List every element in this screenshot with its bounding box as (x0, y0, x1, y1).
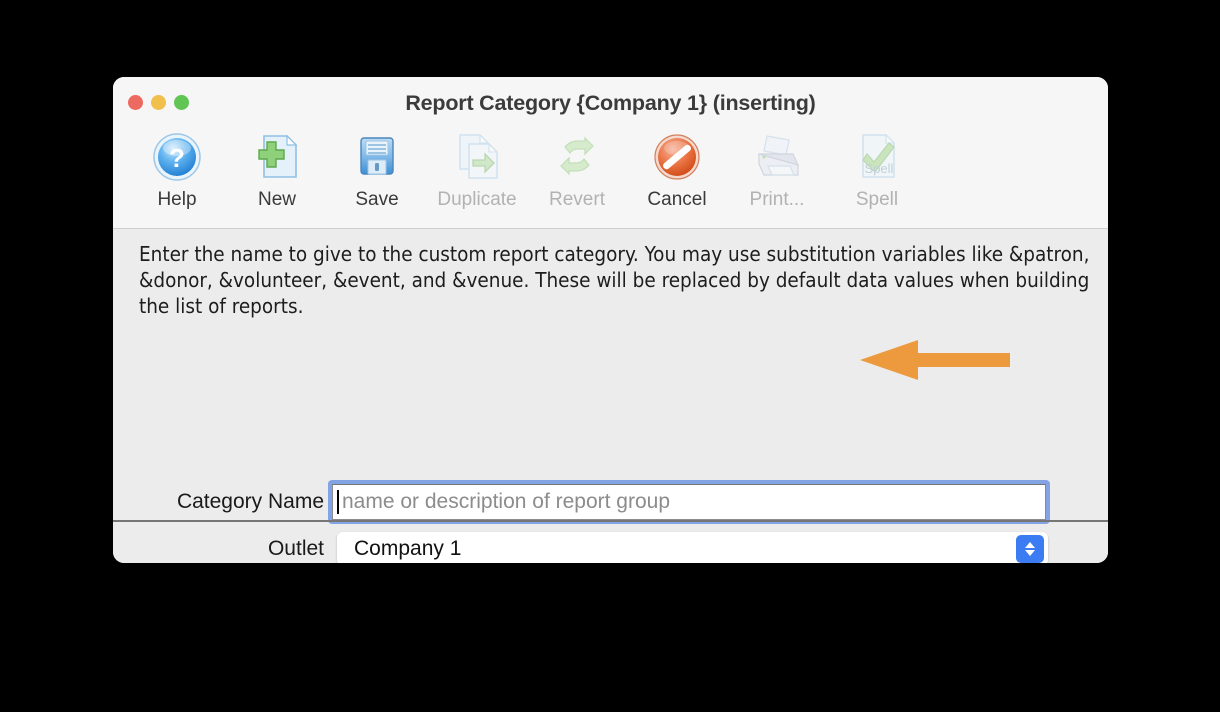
outlet-row: Outlet Company 1 (139, 532, 1048, 563)
outlet-label: Outlet (267, 537, 324, 560)
footer-divider (113, 520, 1108, 522)
toolbar-label-print: Print... (749, 189, 805, 210)
category-name-row: Category Name name or description of rep… (139, 480, 1050, 524)
revert-icon (549, 128, 605, 184)
toolbar-label-duplicate: Duplicate (437, 189, 517, 210)
dialog-content: Enter the name to give to the custom rep… (113, 229, 1108, 563)
toolbar-button-help[interactable]: ? Help (127, 128, 227, 211)
cancel-icon (649, 128, 705, 184)
category-name-label: Category Name (176, 490, 324, 513)
screen: Report Category {Company 1} (inserting) (0, 0, 1220, 712)
duplicate-icon (449, 128, 505, 184)
toolbar-button-new[interactable]: New (227, 128, 327, 211)
toolbar-button-cancel[interactable]: Cancel (627, 128, 727, 211)
toolbar-button-duplicate[interactable]: Duplicate (427, 128, 527, 211)
svg-text:?: ? (169, 143, 185, 173)
new-icon (249, 128, 305, 184)
toolbar-button-spell[interactable]: Spell Spell (827, 128, 927, 211)
outlet-selected-value: Company 1 (354, 537, 462, 560)
outlet-select[interactable]: Company 1 (337, 532, 1048, 563)
print-icon (749, 128, 805, 184)
up-down-chevron-icon[interactable] (1016, 535, 1044, 563)
category-name-input[interactable]: name or description of report group (332, 484, 1046, 520)
help-icon: ? (149, 128, 205, 184)
category-name-placeholder: name or description of report group (342, 490, 671, 513)
toolbar-label-help: Help (157, 189, 197, 210)
category-name-focus-ring: name or description of report group (328, 480, 1050, 524)
window-titlebar: Report Category {Company 1} (inserting) (113, 77, 1108, 229)
toolbar-label-revert: Revert (549, 189, 605, 210)
toolbar-label-spell: Spell (855, 189, 899, 210)
window-title: Report Category {Company 1} (inserting) (405, 91, 816, 115)
instructions-text: Enter the name to give to the custom rep… (139, 242, 1090, 318)
toolbar: ? Help New Save Duplicate Revert Cancel … (127, 128, 927, 211)
report-category-window: Report Category {Company 1} (inserting) (113, 77, 1108, 563)
toolbar-button-revert[interactable]: Revert (527, 128, 627, 211)
toolbar-label-new: New (257, 189, 296, 210)
save-icon (349, 128, 405, 184)
toolbar-button-print[interactable]: Print... (727, 128, 827, 211)
toolbar-button-save[interactable]: Save (327, 128, 427, 211)
svg-text:Spell: Spell (865, 161, 894, 176)
toolbar-label-save: Save (355, 189, 399, 210)
spell-icon: Spell (849, 128, 905, 184)
toolbar-label-cancel: Cancel (647, 189, 707, 210)
text-caret (337, 490, 339, 514)
